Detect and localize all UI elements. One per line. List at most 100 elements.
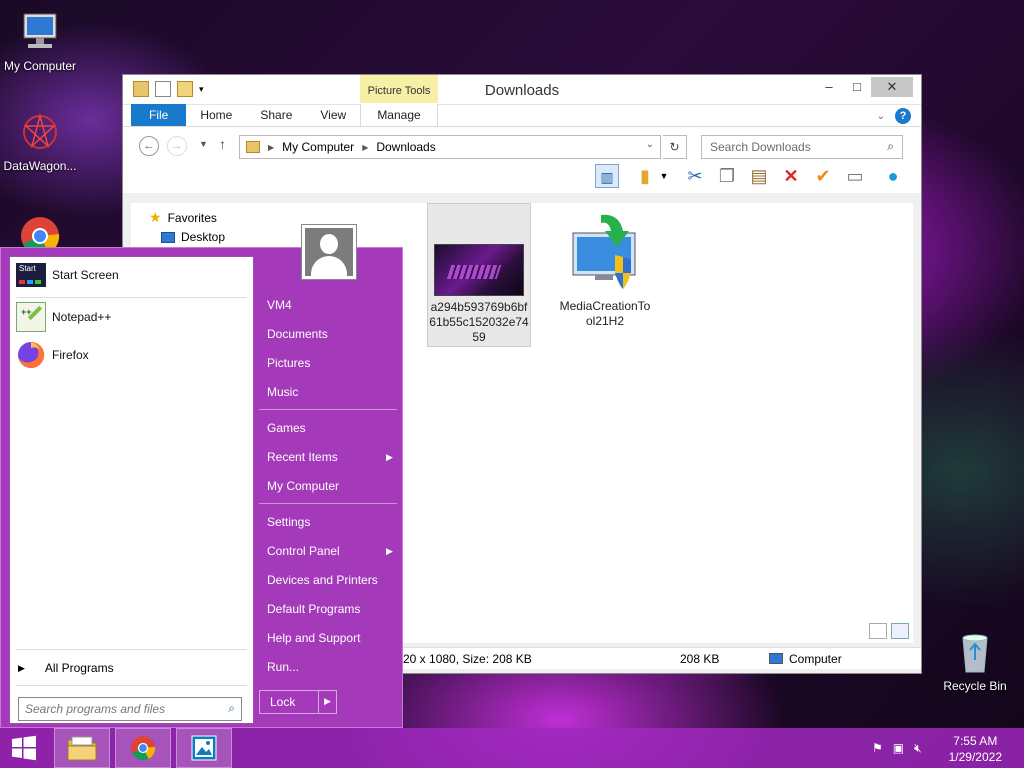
folder-icon	[246, 141, 260, 153]
command-toolbar: ▥ ▮ ▼ ✂ ❐ ▤ ✕ ✔ ▭ ●	[123, 161, 921, 193]
back-button[interactable]: ←	[139, 136, 159, 156]
start-screen-icon: Start	[16, 263, 46, 287]
start-search-input[interactable]: Search programs and files ⌕	[18, 697, 242, 721]
organize-icon[interactable]: ▮	[633, 164, 657, 188]
user-avatar[interactable]	[301, 224, 357, 280]
file-explorer-icon	[67, 736, 97, 761]
start-link-control-panel[interactable]: Control Panel	[267, 544, 340, 558]
start-button[interactable]	[0, 728, 48, 768]
divider	[259, 503, 397, 504]
window-controls: – □ ✕	[815, 77, 913, 97]
address-bar[interactable]: ▶ My Computer ▶ Downloads ⌄	[239, 135, 661, 159]
arrow-right-icon: ▶	[18, 663, 25, 673]
desktop-icon-my-computer[interactable]: My Computer	[0, 10, 80, 73]
delete-icon[interactable]: ✕	[779, 164, 803, 188]
start-programs-pane: Start Start Screen ++ Notepad++ Firefox	[9, 256, 254, 724]
breadcrumb-downloads[interactable]: Downloads	[376, 140, 435, 154]
preview-pane-icon[interactable]: ▥	[595, 164, 619, 188]
start-item-label: Firefox	[52, 348, 89, 362]
start-menu[interactable]: Start Start Screen ++ Notepad++ Firefox	[0, 224, 403, 728]
desktop-icon-recycle-bin[interactable]: Recycle Bin	[935, 630, 1015, 693]
properties-icon[interactable]: ▭	[843, 164, 867, 188]
tab-share[interactable]: Share	[246, 104, 306, 126]
clock[interactable]: 7:55 AM 1/29/2022	[949, 733, 1002, 765]
start-item-start-screen[interactable]: Start Start Screen	[16, 263, 119, 287]
start-item-label: Start Screen	[52, 268, 119, 282]
media-creation-tool-icon	[572, 214, 636, 289]
large-icons-view-icon[interactable]	[891, 623, 909, 639]
power-options-arrow-icon[interactable]: ▶	[318, 690, 336, 714]
start-link-run[interactable]: Run...	[267, 660, 299, 674]
up-button[interactable]: ↑	[219, 136, 226, 152]
image-thumbnail	[434, 244, 524, 296]
user-icon	[305, 228, 353, 276]
chevron-down-icon[interactable]: ⌄	[646, 139, 654, 150]
rename-check-icon[interactable]: ✔	[811, 164, 835, 188]
search-icon[interactable]: ⌕	[228, 701, 235, 716]
tab-manage[interactable]: Manage	[360, 104, 438, 126]
details-view-icon[interactable]	[869, 623, 887, 639]
start-link-documents[interactable]: Documents	[267, 327, 328, 341]
clock-time: 7:55 AM	[953, 734, 998, 748]
refresh-button[interactable]: ↻	[663, 135, 687, 159]
chevron-down-icon[interactable]: ▼	[657, 164, 671, 188]
start-link-settings[interactable]: Settings	[267, 515, 310, 529]
maximize-button[interactable]: □	[843, 77, 871, 97]
nav-label: Desktop	[181, 230, 226, 244]
nav-desktop[interactable]: Desktop	[161, 230, 225, 244]
breadcrumb-my-computer[interactable]: My Computer	[282, 140, 354, 154]
help-icon[interactable]: ?	[895, 108, 911, 124]
close-button[interactable]: ✕	[871, 77, 913, 97]
all-programs-button[interactable]: ▶ All Programs	[18, 661, 114, 675]
search-icon[interactable]: ⌕	[887, 139, 894, 154]
firefox-icon	[18, 341, 45, 368]
start-link-games[interactable]: Games	[267, 421, 306, 435]
taskbar-chrome[interactable]	[115, 728, 171, 768]
desktop-icon-datawagon[interactable]: DataWagon...	[0, 110, 80, 173]
minimize-button[interactable]: –	[815, 77, 843, 97]
start-item-firefox[interactable]: Firefox	[16, 340, 89, 370]
status-dimensions: 20 x 1080, Size: 208 KB	[403, 652, 532, 666]
status-location: Computer	[789, 652, 842, 666]
start-link-help-and-support[interactable]: Help and Support	[267, 631, 360, 645]
search-input[interactable]: Search Downloads ⌕	[701, 135, 903, 159]
tab-view[interactable]: View	[306, 104, 360, 126]
start-item-notepad-plus-plus[interactable]: ++ Notepad++	[16, 302, 111, 332]
volume-muted-icon[interactable]: 🔇︎	[914, 741, 922, 756]
network-icon[interactable]: ▣	[893, 741, 904, 756]
start-link-pictures[interactable]: Pictures	[267, 356, 310, 370]
tab-file[interactable]: File	[131, 104, 187, 126]
file-name-line: 61b55c152032e74	[429, 315, 529, 329]
chevron-down-icon[interactable]: ⌄	[877, 111, 885, 122]
taskbar-photos[interactable]	[176, 728, 232, 768]
start-link-music[interactable]: Music	[267, 385, 298, 399]
recent-locations-icon[interactable]: ▼	[199, 139, 208, 149]
nav-label: Favorites	[167, 210, 217, 225]
file-item-mediacreationtool[interactable]: MediaCreationTo ol21H2	[549, 203, 661, 333]
paste-icon[interactable]: ▤	[747, 164, 771, 188]
title-bar[interactable]: ▾ Picture Tools Downloads – □ ✕	[123, 75, 921, 105]
desktop-icon-label: Recycle Bin	[943, 679, 1007, 693]
view-switcher	[869, 623, 909, 639]
forward-button[interactable]: →	[167, 136, 187, 156]
windows-logo-icon	[12, 735, 36, 761]
start-link-devices-and-printers[interactable]: Devices and Printers	[267, 573, 378, 587]
taskbar: ⚑ ▣ 🔇︎ 7:55 AM 1/29/2022	[0, 728, 1024, 768]
action-center-flag-icon[interactable]: ⚑	[872, 741, 883, 756]
submenu-arrow-icon: ▶	[386, 452, 393, 462]
cut-icon[interactable]: ✂	[683, 164, 707, 188]
breadcrumb-separator: ▶	[362, 142, 369, 152]
nav-favorites[interactable]: ★ Favorites	[149, 209, 217, 226]
taskbar-file-explorer[interactable]	[54, 728, 110, 768]
start-item-label: Notepad++	[52, 310, 112, 324]
globe-icon[interactable]: ●	[881, 164, 905, 188]
file-item-image[interactable]: a294b593769b6bf 61b55c152032e74 59	[427, 203, 531, 347]
lock-button[interactable]: Lock ▶	[259, 690, 337, 714]
start-link-vm4[interactable]: VM4	[267, 298, 292, 312]
start-link-my-computer[interactable]: My Computer	[267, 479, 339, 493]
copy-icon[interactable]: ❐	[715, 164, 739, 188]
start-link-recent-items[interactable]: Recent Items	[267, 450, 338, 464]
status-size: 208 KB	[680, 652, 720, 666]
start-link-default-programs[interactable]: Default Programs	[267, 602, 360, 616]
tab-home[interactable]: Home	[186, 104, 246, 126]
